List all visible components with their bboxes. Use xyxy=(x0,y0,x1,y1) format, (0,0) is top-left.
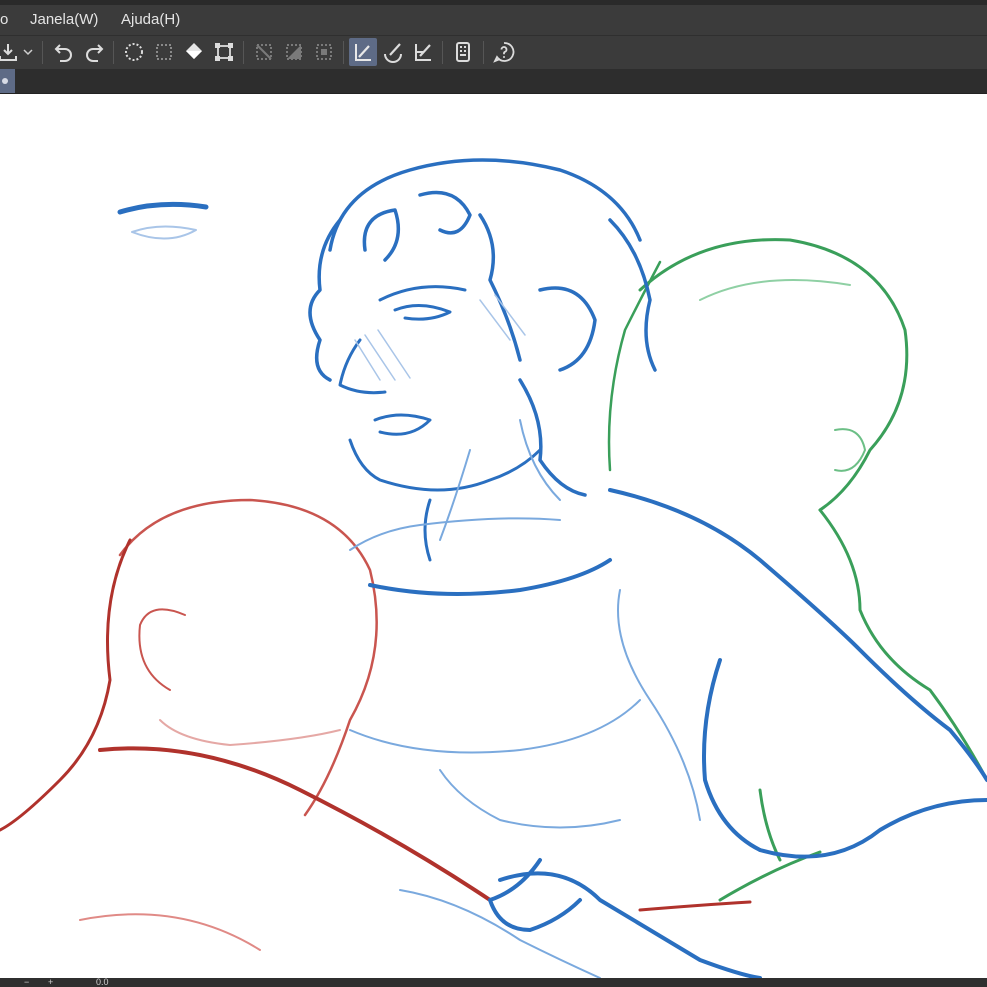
zoom-in-button[interactable]: + xyxy=(48,978,53,987)
dropdown-chevron-icon[interactable] xyxy=(20,38,36,66)
crop-selection-icon[interactable] xyxy=(310,38,338,66)
deselect-icon[interactable] xyxy=(150,38,178,66)
canvas-tab-bar xyxy=(0,69,987,94)
fill-icon[interactable] xyxy=(180,38,208,66)
hide-selection-icon[interactable] xyxy=(250,38,278,66)
help-icon[interactable] xyxy=(490,38,518,66)
menu-item-cut[interactable]: o xyxy=(0,11,8,28)
toolbar-separator xyxy=(442,41,443,64)
undo-icon[interactable] xyxy=(50,38,78,66)
status-bar: − + 0.0 xyxy=(0,978,987,987)
sketch-artwork xyxy=(0,158,987,978)
command-bar xyxy=(0,35,987,69)
toolbar-separator xyxy=(343,41,344,64)
zoom-out-button[interactable]: − xyxy=(24,978,29,987)
menu-item-window[interactable]: Janela(W) xyxy=(30,11,98,28)
redo-icon[interactable] xyxy=(80,38,108,66)
snap-to-ruler-icon[interactable] xyxy=(349,38,377,66)
transform-icon[interactable] xyxy=(210,38,238,66)
toolbar-separator xyxy=(483,41,484,64)
save-icon[interactable] xyxy=(0,38,22,66)
select-all-icon[interactable] xyxy=(120,38,148,66)
zoom-level-value[interactable]: 0.0 xyxy=(96,978,109,987)
unsaved-dot-icon xyxy=(2,78,8,84)
companion-mode-icon[interactable] xyxy=(449,38,477,66)
toolbar-separator xyxy=(42,41,43,64)
invert-selection-icon[interactable] xyxy=(280,38,308,66)
drawing-canvas[interactable] xyxy=(0,94,987,978)
menu-bar: o Janela(W) Ajuda(H) xyxy=(0,5,987,35)
snap-to-grid-icon[interactable] xyxy=(409,38,437,66)
toolbar-separator xyxy=(113,41,114,64)
canvas-tab[interactable] xyxy=(0,69,15,93)
snap-to-special-ruler-icon[interactable] xyxy=(379,38,407,66)
toolbar-separator xyxy=(243,41,244,64)
menu-item-help[interactable]: Ajuda(H) xyxy=(121,11,180,28)
